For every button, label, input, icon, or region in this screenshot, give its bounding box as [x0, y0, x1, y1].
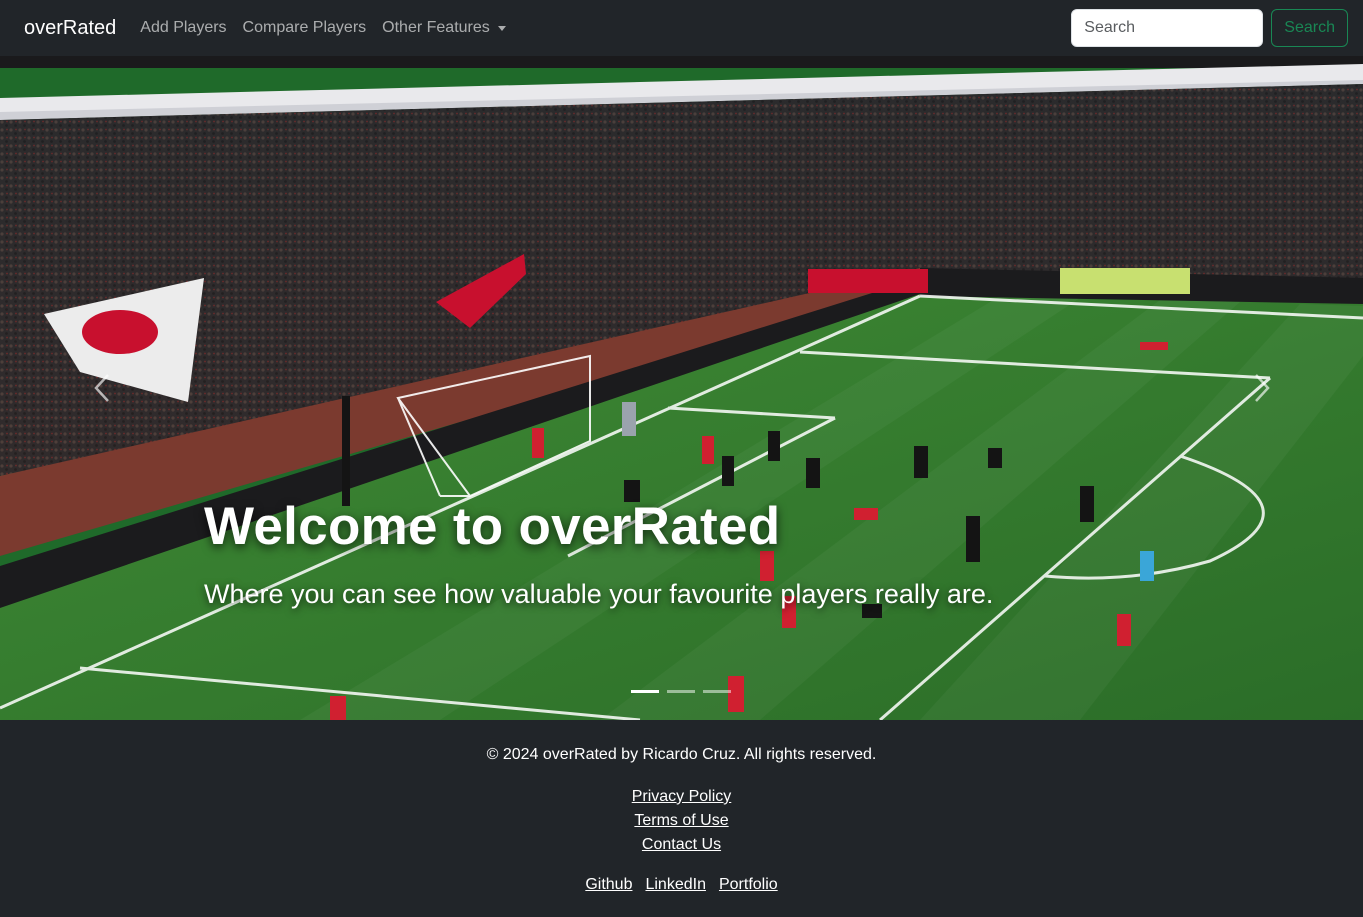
copyright-text: © 2024 overRated by Ricardo Cruz. All ri… — [486, 746, 877, 763]
nav-other-features-label: Other Features — [382, 19, 490, 36]
legal-links: Privacy Policy Terms of Use Contact Us — [0, 786, 1363, 855]
caret-down-icon — [497, 25, 506, 31]
carousel-prev-icon[interactable] — [92, 372, 112, 404]
github-link[interactable]: Github — [585, 874, 632, 895]
carousel-indicator-3[interactable] — [703, 690, 731, 693]
linkedin-link[interactable]: LinkedIn — [645, 874, 706, 895]
brand-logo[interactable]: overRated — [24, 17, 116, 40]
carousel-indicators — [631, 690, 731, 693]
carousel-indicator-1[interactable] — [631, 690, 659, 693]
nav-compare-players[interactable]: Compare Players — [243, 19, 367, 37]
carousel-next-icon[interactable] — [1252, 372, 1272, 404]
navbar: overRated Add Players Compare Players Ot… — [0, 0, 1363, 56]
privacy-policy-link[interactable]: Privacy Policy — [632, 786, 732, 807]
nav-add-players[interactable]: Add Players — [140, 19, 226, 37]
social-links: Github LinkedIn Portfolio — [0, 874, 1363, 895]
terms-of-use-link[interactable]: Terms of Use — [634, 810, 728, 831]
carousel-indicator-2[interactable] — [667, 690, 695, 693]
stadium-photo — [0, 56, 1363, 720]
nav-other-features-dropdown[interactable]: Other Features — [382, 19, 506, 37]
contact-us-link[interactable]: Contact Us — [642, 834, 721, 855]
carousel-caption: Welcome to overRated Where you can see h… — [204, 496, 993, 610]
search-input[interactable] — [1071, 9, 1264, 47]
hero-title: Welcome to overRated — [204, 497, 781, 556]
footer: © 2024 overRated by Ricardo Cruz. All ri… — [0, 720, 1363, 917]
portfolio-link[interactable]: Portfolio — [719, 874, 778, 895]
search-button[interactable]: Search — [1271, 9, 1348, 47]
hero-carousel: Welcome to overRated Where you can see h… — [0, 56, 1363, 720]
hero-subtitle: Where you can see how valuable your favo… — [204, 579, 994, 609]
search-form: Search — [1071, 9, 1348, 47]
